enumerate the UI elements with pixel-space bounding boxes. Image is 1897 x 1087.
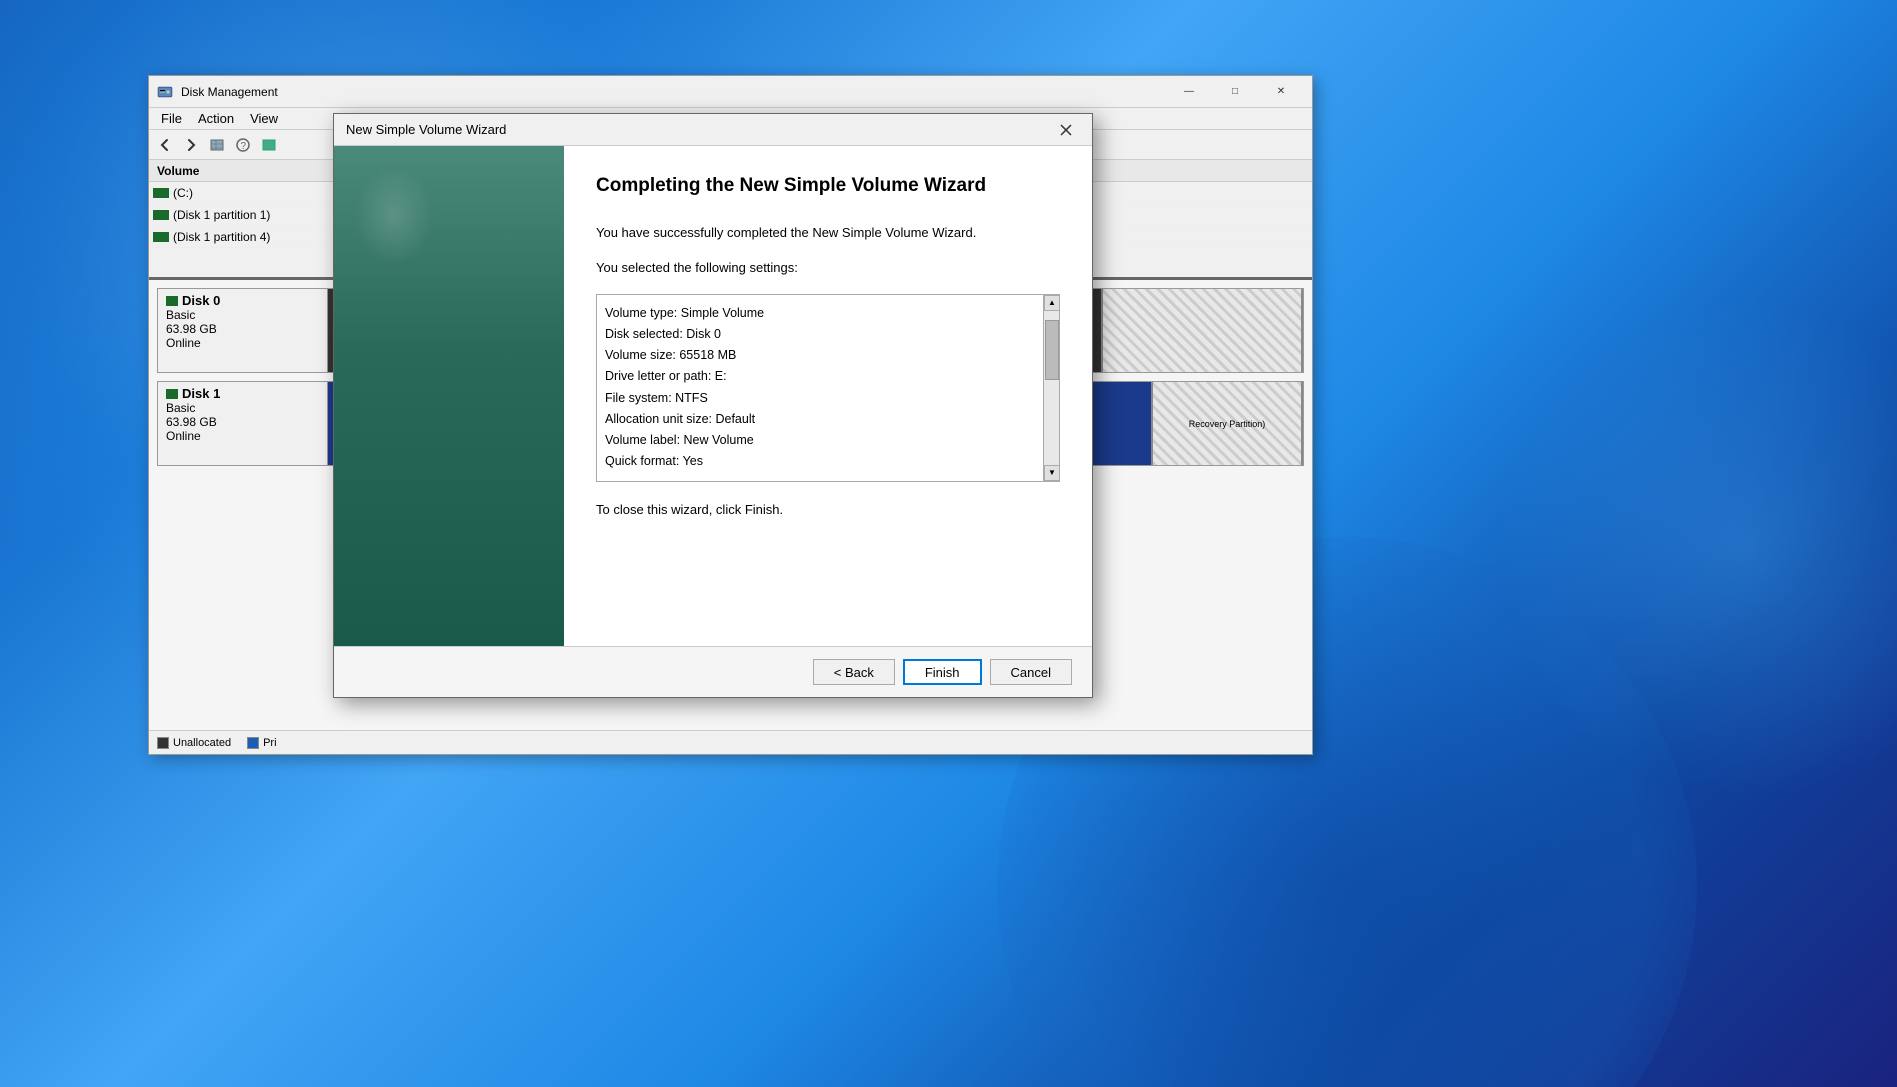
wizard-close-instruction: To close this wizard, click Finish. [596,502,1060,517]
setting-volume-size: Volume size: 65518 MB [605,345,1033,366]
close-icon [1060,124,1072,136]
scroll-track [1044,311,1059,465]
wizard-sidebar-shine [354,166,434,266]
scrollbar-thumb[interactable] [1045,320,1059,380]
settings-scrollbar[interactable]: ▲ ▼ [1043,295,1059,481]
wizard-titlebar: New Simple Volume Wizard [334,114,1092,146]
setting-volume-type: Volume type: Simple Volume [605,303,1033,324]
scroll-down-arrow[interactable]: ▼ [1044,465,1060,481]
setting-drive-letter: Drive letter or path: E: [605,366,1033,387]
wizard-settings-content: Volume type: Simple Volume Disk selected… [605,303,1051,473]
finish-button[interactable]: Finish [903,659,982,685]
setting-disk: Disk selected: Disk 0 [605,324,1033,345]
setting-volume-label: Volume label: New Volume [605,430,1033,451]
wizard-close-button[interactable] [1052,118,1080,142]
wizard-heading: Completing the New Simple Volume Wizard [596,174,1060,199]
wizard-footer: < Back Finish Cancel [334,646,1092,697]
wizard-settings-box: Volume type: Simple Volume Disk selected… [596,294,1060,482]
setting-quick-format: Quick format: Yes [605,451,1033,472]
cancel-button[interactable]: Cancel [990,659,1072,685]
wizard-intro-text: You have successfully completed the New … [596,223,1060,243]
setting-filesystem: File system: NTFS [605,388,1033,409]
wizard-overlay: New Simple Volume Wizard Completing the … [0,0,1897,1087]
wizard-settings-label: You selected the following settings: [596,258,1060,278]
wizard-sidebar [334,146,564,646]
wizard-dialog: New Simple Volume Wizard Completing the … [333,113,1093,698]
wizard-content: Completing the New Simple Volume Wizard … [564,146,1092,646]
scroll-up-arrow[interactable]: ▲ [1044,295,1060,311]
wizard-title: New Simple Volume Wizard [346,122,1052,137]
wizard-body: Completing the New Simple Volume Wizard … [334,146,1092,646]
setting-allocation: Allocation unit size: Default [605,409,1033,430]
back-button[interactable]: < Back [813,659,895,685]
